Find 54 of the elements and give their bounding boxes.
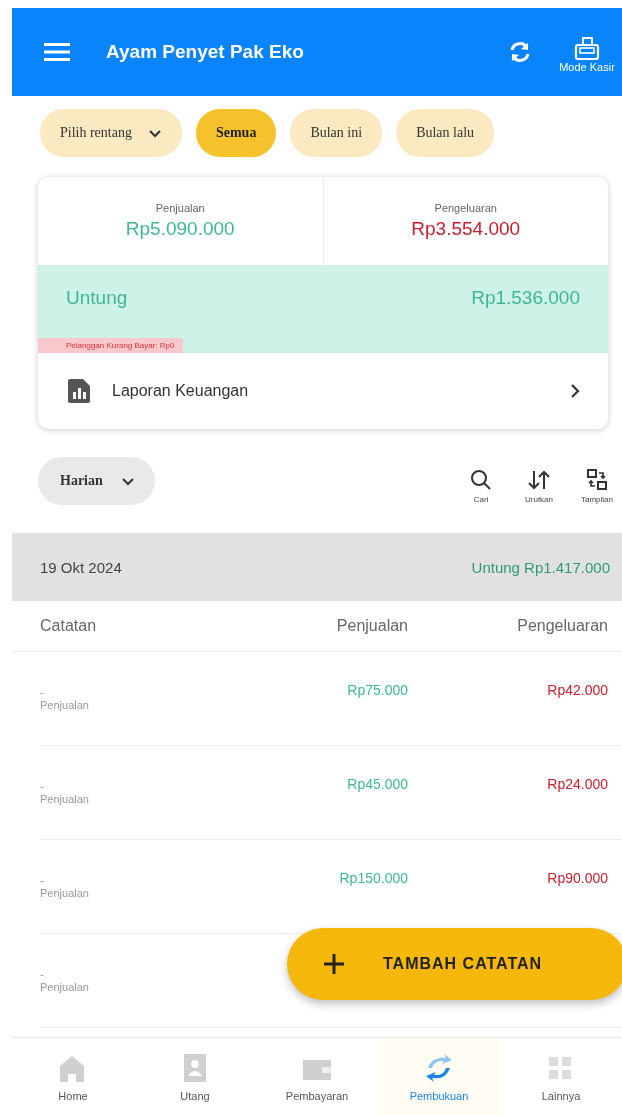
summary-label: Penjualan (155, 202, 205, 214)
search-button[interactable]: Cari (456, 468, 506, 504)
column-header: Catatan (40, 617, 98, 635)
category-text: Penjualan (40, 886, 90, 899)
chevron-right-icon (570, 383, 580, 399)
category-text: Penjualan (40, 980, 90, 993)
cash-register-icon[interactable] (573, 35, 601, 61)
range-chip[interactable]: Bulan lalu (396, 109, 495, 157)
expense-amount: Rp24.000 (546, 775, 608, 792)
profit-amount: Rp1.536.000 (471, 287, 580, 309)
add-record-button[interactable]: TAMBAH CATATAN (287, 928, 622, 1000)
sort-button[interactable]: Urutkan (514, 468, 564, 504)
note-text: - (40, 968, 45, 979)
note-text: - (40, 780, 45, 791)
column-header: Penjualan (335, 617, 408, 635)
range-chip[interactable]: Bulan ini (290, 109, 383, 157)
summary-amount: Rp5.090.000 (125, 218, 235, 240)
nav-tab[interactable]: Pembukuan (378, 1038, 500, 1115)
app-title: Ayam Penyet Pak Eko (106, 41, 305, 63)
summary-amount: Rp3.554.000 (411, 218, 521, 240)
view-switch-icon (585, 468, 609, 492)
report-chart-icon (68, 379, 90, 403)
menu-icon[interactable] (44, 42, 70, 62)
daily-profit: Untung Rp1.417.000 (471, 558, 610, 576)
note-text: - (40, 686, 45, 697)
period-dropdown[interactable]: Harian (38, 457, 155, 505)
sales-amount: Rp75.000 (346, 681, 408, 698)
range-chip[interactable]: Pilih rentang (40, 109, 182, 157)
date-label: 19 Okt 2024 (40, 558, 122, 576)
cashier-mode-button[interactable]: Mode Kasir (552, 35, 622, 73)
view-button[interactable]: Tampilan (572, 468, 622, 504)
search-icon (469, 468, 493, 492)
sync-icon[interactable] (508, 40, 532, 64)
nav-tab[interactable]: Home (12, 1038, 134, 1115)
nav-tab[interactable]: Pembayaran (256, 1038, 378, 1115)
sales-amount: Rp150.000 (338, 869, 408, 886)
report-link[interactable]: Laporan Keuangan (38, 353, 608, 429)
column-header: Pengeluaran (516, 617, 608, 635)
category-text: Penjualan (40, 698, 90, 711)
note-text: - (40, 874, 45, 885)
category-text: Penjualan (40, 792, 90, 805)
chevron-down-icon (120, 476, 135, 486)
range-chip[interactable]: Semua (195, 109, 277, 157)
expense-amount: Rp90.000 (546, 869, 608, 886)
debt-note: Pelanggan Kurang Bayar: Rp0 (38, 338, 183, 353)
expense-amount: Rp42.000 (546, 681, 608, 698)
profit-label: Untung (66, 287, 128, 309)
sales-amount: Rp45.000 (346, 775, 408, 792)
nav-tab[interactable]: Utang (134, 1038, 256, 1115)
plus-icon (323, 953, 345, 975)
summary-label: Pengeluaran (434, 202, 497, 214)
chevron-down-icon (147, 128, 162, 138)
sort-icon (527, 468, 551, 492)
nav-tab[interactable]: Lainnya (500, 1038, 622, 1115)
